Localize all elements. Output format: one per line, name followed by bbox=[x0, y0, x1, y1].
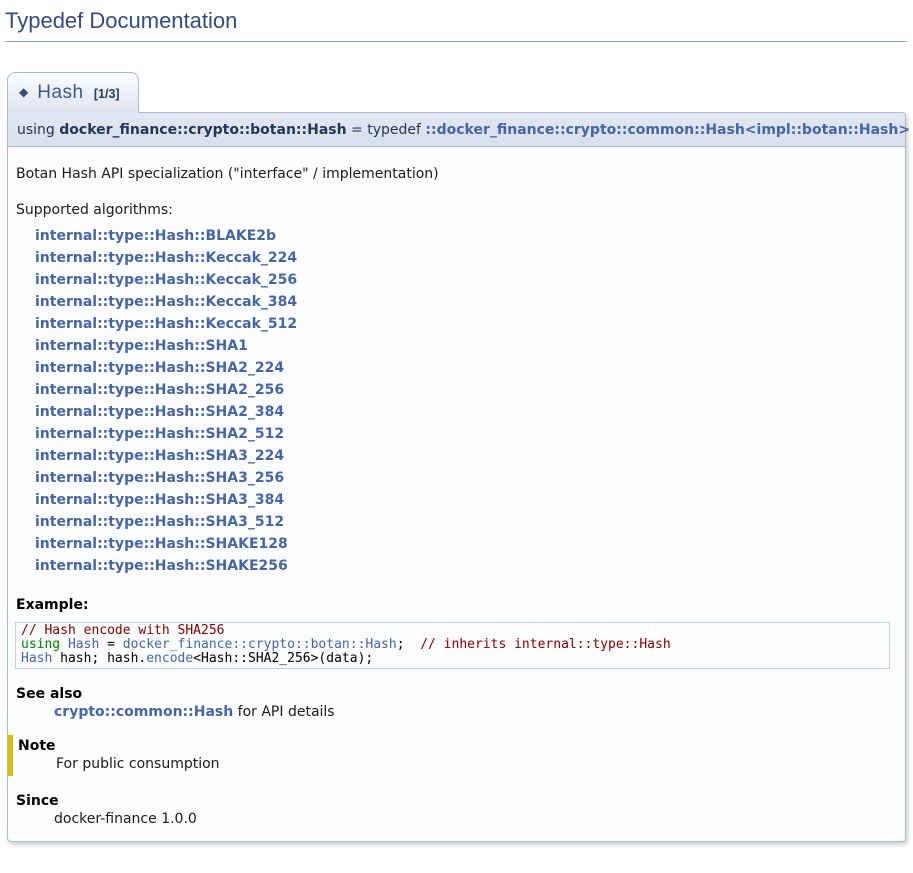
algorithm-link[interactable]: internal::type::Hash::SHA3_512 bbox=[35, 514, 284, 530]
code-link[interactable]: Hash bbox=[68, 637, 99, 652]
algorithm-link[interactable]: internal::type::Hash::SHA3_224 bbox=[35, 448, 284, 464]
code-link[interactable]: docker_finance::crypto::botan::Hash bbox=[123, 637, 397, 652]
section-heading: Typedef Documentation bbox=[5, 6, 907, 42]
algorithm-link[interactable]: internal::type::Hash::SHA2_224 bbox=[35, 360, 284, 376]
algorithm-list-item: internal::type::Hash::SHA3_512 bbox=[35, 511, 897, 533]
code-token-keyword: using bbox=[21, 637, 60, 652]
algorithm-list-item: internal::type::Hash::SHA2_512 bbox=[35, 423, 897, 445]
algorithm-link[interactable]: internal::type::Hash::SHA3_256 bbox=[35, 470, 284, 486]
example-section: Example: bbox=[16, 597, 897, 613]
proto-name: docker_finance::crypto::botan::Hash bbox=[59, 122, 346, 138]
algorithm-list-item: internal::type::Hash::SHA2_256 bbox=[35, 379, 897, 401]
algorithm-list-item: internal::type::Hash::SHA2_384 bbox=[35, 401, 897, 423]
member-doc: Botan Hash API specialization ("interfac… bbox=[7, 147, 906, 842]
algorithm-list-item: internal::type::Hash::SHA1 bbox=[35, 335, 897, 357]
algorithm-link[interactable]: internal::type::Hash::SHAKE256 bbox=[35, 558, 288, 574]
supported-algorithms-label: Supported algorithms: bbox=[16, 202, 897, 218]
permalink-anchor-icon[interactable]: ◆ bbox=[19, 85, 28, 99]
proto-keyword: using bbox=[17, 122, 55, 138]
example-label: Example: bbox=[16, 597, 897, 613]
since-text: docker-finance 1.0.0 bbox=[54, 811, 897, 827]
algorithm-link[interactable]: internal::type::Hash::SHAKE128 bbox=[35, 536, 288, 552]
member-tab: ◆ Hash [1/3] bbox=[7, 72, 139, 113]
see-also-link[interactable]: crypto::common::Hash bbox=[54, 704, 233, 720]
since-section: Since docker-finance 1.0.0 bbox=[16, 793, 897, 827]
note-text: For public consumption bbox=[56, 756, 897, 772]
algorithm-link[interactable]: internal::type::Hash::Keccak_384 bbox=[35, 294, 297, 310]
note-section: Note For public consumption bbox=[8, 735, 897, 776]
member-prototype: using docker_finance::crypto::botan::Has… bbox=[7, 112, 906, 147]
algorithm-list-item: internal::type::Hash::Keccak_224 bbox=[35, 247, 897, 269]
algorithm-list-item: internal::type::Hash::SHAKE128 bbox=[35, 533, 897, 555]
code-line: // Hash encode with SHA256 bbox=[21, 624, 884, 638]
algorithm-link[interactable]: internal::type::Hash::Keccak_224 bbox=[35, 250, 297, 266]
see-also-content: crypto::common::Hash for API details bbox=[54, 704, 897, 720]
code-token-plain: hash; hash. bbox=[52, 651, 146, 666]
algorithm-link[interactable]: internal::type::Hash::BLAKE2b bbox=[35, 228, 276, 244]
algorithm-list-item: internal::type::Hash::BLAKE2b bbox=[35, 225, 897, 247]
algorithm-link[interactable]: internal::type::Hash::SHA1 bbox=[35, 338, 248, 354]
member-body: using docker_finance::crypto::botan::Has… bbox=[7, 112, 906, 842]
code-token-comment: // Hash encode with SHA256 bbox=[21, 623, 225, 638]
proto-target-link[interactable]: ::docker_finance::crypto::common::Hash<i… bbox=[425, 122, 910, 138]
code-link[interactable]: encode bbox=[146, 651, 193, 666]
algorithm-list-item: internal::type::Hash::SHAKE256 bbox=[35, 555, 897, 577]
code-token-plain bbox=[60, 637, 68, 652]
algorithm-list-item: internal::type::Hash::Keccak_512 bbox=[35, 313, 897, 335]
see-also-section: See also crypto::common::Hash for API de… bbox=[16, 686, 897, 720]
algorithm-list-item: internal::type::Hash::SHA3_384 bbox=[35, 489, 897, 511]
algorithm-list-item: internal::type::Hash::Keccak_384 bbox=[35, 291, 897, 313]
algorithm-list-item: internal::type::Hash::Keccak_256 bbox=[35, 269, 897, 291]
see-also-label: See also bbox=[16, 686, 897, 702]
algorithm-list-item: internal::type::Hash::SHA3_224 bbox=[35, 445, 897, 467]
algorithm-link[interactable]: internal::type::Hash::SHA2_256 bbox=[35, 382, 284, 398]
algorithm-link[interactable]: internal::type::Hash::SHA3_384 bbox=[35, 492, 284, 508]
algorithm-link-list: internal::type::Hash::BLAKE2binternal::t… bbox=[16, 225, 897, 577]
code-example-block: // Hash encode with SHA256using Hash = d… bbox=[15, 622, 890, 669]
member-overload-count: [1/3] bbox=[94, 87, 120, 101]
since-label: Since bbox=[16, 793, 897, 809]
code-link[interactable]: Hash bbox=[21, 651, 52, 666]
member-name: Hash bbox=[37, 82, 83, 103]
algorithm-link[interactable]: internal::type::Hash::SHA2_512 bbox=[35, 426, 284, 442]
algorithm-link[interactable]: internal::type::Hash::Keccak_256 bbox=[35, 272, 297, 288]
doc-contents: Typedef Documentation ◆ Hash [1/3] using … bbox=[0, 0, 913, 842]
typedef-member: ◆Hash [1/3] using docker_finance::crypto… bbox=[7, 72, 906, 842]
code-token-plain: <Hash::SHA2_256>(data); bbox=[193, 651, 373, 666]
code-line: using Hash = docker_finance::crypto::bot… bbox=[21, 638, 884, 652]
code-token-plain: ; bbox=[397, 637, 420, 652]
algorithm-list-item: internal::type::Hash::SHA2_224 bbox=[35, 357, 897, 379]
proto-connector: = typedef bbox=[351, 122, 421, 138]
code-token-plain: = bbox=[99, 637, 122, 652]
algorithm-link[interactable]: internal::type::Hash::SHA2_384 bbox=[35, 404, 284, 420]
algorithm-link[interactable]: internal::type::Hash::Keccak_512 bbox=[35, 316, 297, 332]
code-token-comment: // inherits internal::type::Hash bbox=[420, 637, 670, 652]
algorithm-list-item: internal::type::Hash::SHA3_256 bbox=[35, 467, 897, 489]
see-also-suffix: for API details bbox=[233, 704, 334, 720]
code-line: Hash hash; hash.encode<Hash::SHA2_256>(d… bbox=[21, 652, 884, 666]
description-text: Botan Hash API specialization ("interfac… bbox=[16, 166, 897, 182]
note-label: Note bbox=[18, 738, 897, 754]
